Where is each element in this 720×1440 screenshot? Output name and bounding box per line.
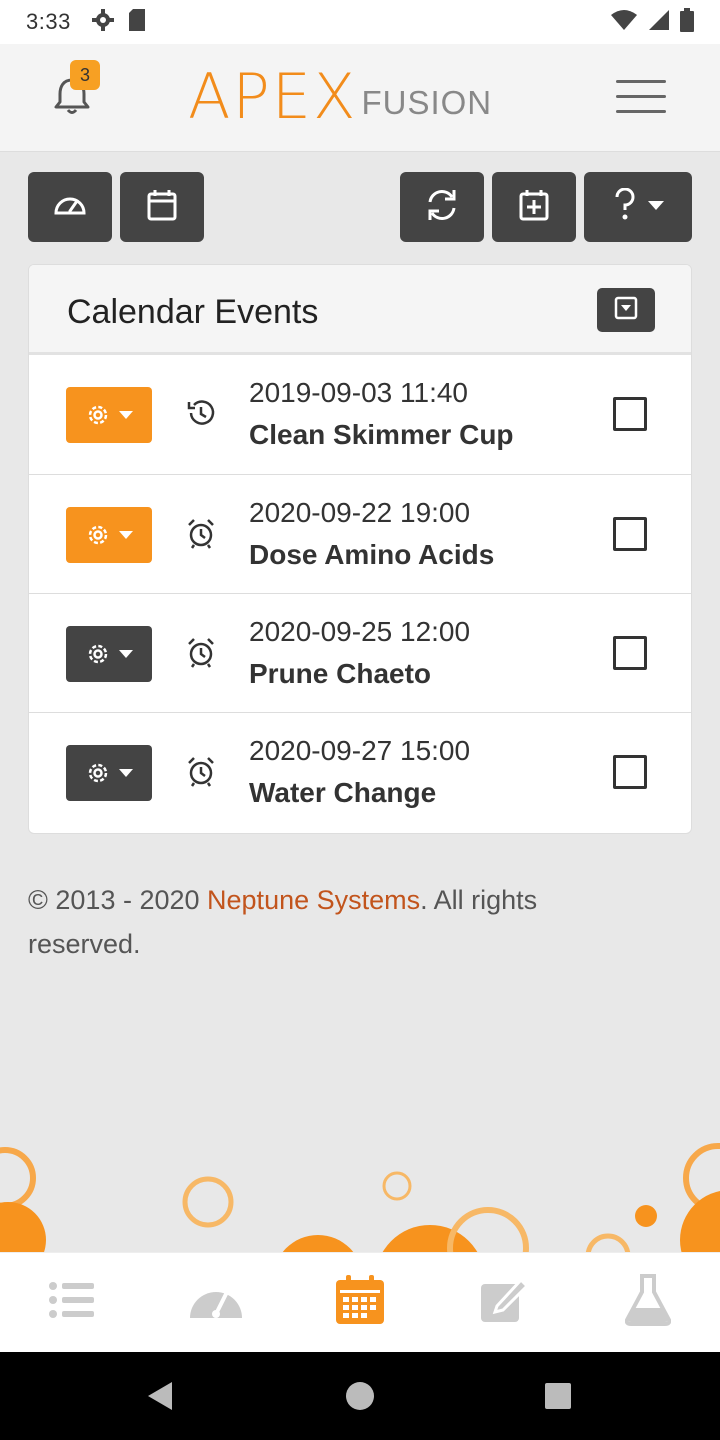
caret-down-icon	[648, 198, 664, 216]
event-name: Clean Skimmer Cup	[249, 419, 514, 450]
help-icon	[612, 187, 638, 227]
event-datetime: 2020-09-22 19:00	[249, 497, 471, 528]
nav-calendar[interactable]	[325, 1268, 395, 1338]
nav-lab[interactable]	[613, 1268, 683, 1338]
status-bar: 3:33	[0, 0, 720, 44]
list-icon	[48, 1280, 96, 1325]
collapse-icon	[614, 296, 638, 325]
hamburger-menu-icon[interactable]	[616, 80, 666, 116]
alarm-clock-icon	[185, 517, 217, 549]
sd-card-icon	[127, 8, 147, 37]
bottom-navigation	[0, 1252, 720, 1352]
event-name: Prune Chaeto	[249, 658, 432, 689]
event-settings-button[interactable]	[66, 626, 152, 682]
refresh-icon	[424, 187, 460, 228]
copyright-footer: © 2013 - 2020 Neptune Systems. All right…	[28, 878, 628, 966]
event-checkbox[interactable]	[613, 636, 647, 670]
gear-icon	[88, 763, 108, 783]
back-icon[interactable]	[148, 1382, 172, 1410]
dashboard-icon	[52, 187, 88, 228]
event-datetime: 2019-09-03 11:40	[249, 377, 468, 408]
add-event-button[interactable]	[492, 172, 576, 242]
event-row: 2020-09-25 12:00 Prune Chaeto	[29, 593, 691, 712]
calendar-grid-icon	[334, 1274, 386, 1331]
help-dropdown-button[interactable]	[584, 172, 692, 242]
event-settings-button[interactable]	[66, 745, 152, 801]
home-icon[interactable]	[346, 1382, 374, 1410]
add-event-icon	[518, 188, 550, 227]
event-row: 2020-09-27 15:00 Water Change	[29, 712, 691, 831]
event-settings-button[interactable]	[66, 387, 152, 443]
settings-icon	[91, 8, 115, 37]
refresh-button[interactable]	[400, 172, 484, 242]
app-header: 3 APEX FUSION	[0, 44, 720, 152]
status-time: 3:33	[26, 9, 71, 34]
event-row: 2019-09-03 11:40 Clean Skimmer Cup	[29, 355, 691, 474]
calendar-button[interactable]	[120, 172, 204, 242]
caret-down-icon	[119, 769, 133, 777]
apex-fusion-logo: APEX FUSION	[188, 66, 492, 128]
event-datetime: 2020-09-25 12:00	[249, 616, 471, 647]
caret-down-icon	[119, 531, 133, 539]
event-datetime: 2020-09-27 15:00	[249, 735, 471, 766]
recents-icon[interactable]	[545, 1383, 571, 1409]
flask-icon	[624, 1274, 672, 1331]
copyright-prefix: © 2013 - 2020	[28, 885, 208, 915]
card-title: Calendar Events	[67, 293, 319, 331]
caret-down-icon	[119, 650, 133, 658]
gear-icon	[88, 525, 108, 545]
system-navigation-bar	[0, 1352, 720, 1440]
logo-apex: APEX	[188, 60, 358, 133]
dashboard-button[interactable]	[28, 172, 112, 242]
decorative-bubbles	[0, 1130, 720, 1252]
caret-down-icon	[119, 411, 133, 419]
alarm-clock-icon	[185, 636, 217, 668]
event-settings-button[interactable]	[66, 507, 152, 563]
event-checkbox[interactable]	[613, 755, 647, 789]
edit-icon	[479, 1276, 530, 1329]
signal-icon	[648, 9, 670, 36]
battery-icon	[680, 7, 694, 37]
notification-badge[interactable]: 3	[70, 60, 100, 90]
event-name: Dose Amino Acids	[249, 539, 495, 570]
nav-notes[interactable]	[469, 1268, 539, 1338]
gear-icon	[88, 644, 108, 664]
history-icon	[185, 397, 217, 429]
gauge-icon	[188, 1278, 244, 1327]
wifi-icon	[610, 9, 638, 36]
nav-dashboard[interactable]	[181, 1268, 251, 1338]
calendar-icon	[146, 188, 178, 227]
collapse-button[interactable]	[597, 288, 655, 332]
card-header: Calendar Events	[29, 265, 691, 355]
event-list: 2019-09-03 11:40 Clean Skimmer Cup 2020-…	[29, 355, 691, 831]
nav-list[interactable]	[37, 1268, 107, 1338]
event-checkbox[interactable]	[613, 517, 647, 551]
alarm-clock-icon	[185, 755, 217, 787]
logo-fusion: FUSION	[361, 84, 493, 121]
calendar-events-card: Calendar Events 2019-09-03 11:40 Clean S…	[28, 264, 692, 834]
event-name: Water Change	[249, 777, 437, 808]
event-checkbox[interactable]	[613, 397, 647, 431]
event-row: 2020-09-22 19:00 Dose Amino Acids	[29, 474, 691, 593]
neptune-systems-link[interactable]: Neptune Systems	[207, 885, 420, 915]
gear-icon	[88, 405, 108, 425]
